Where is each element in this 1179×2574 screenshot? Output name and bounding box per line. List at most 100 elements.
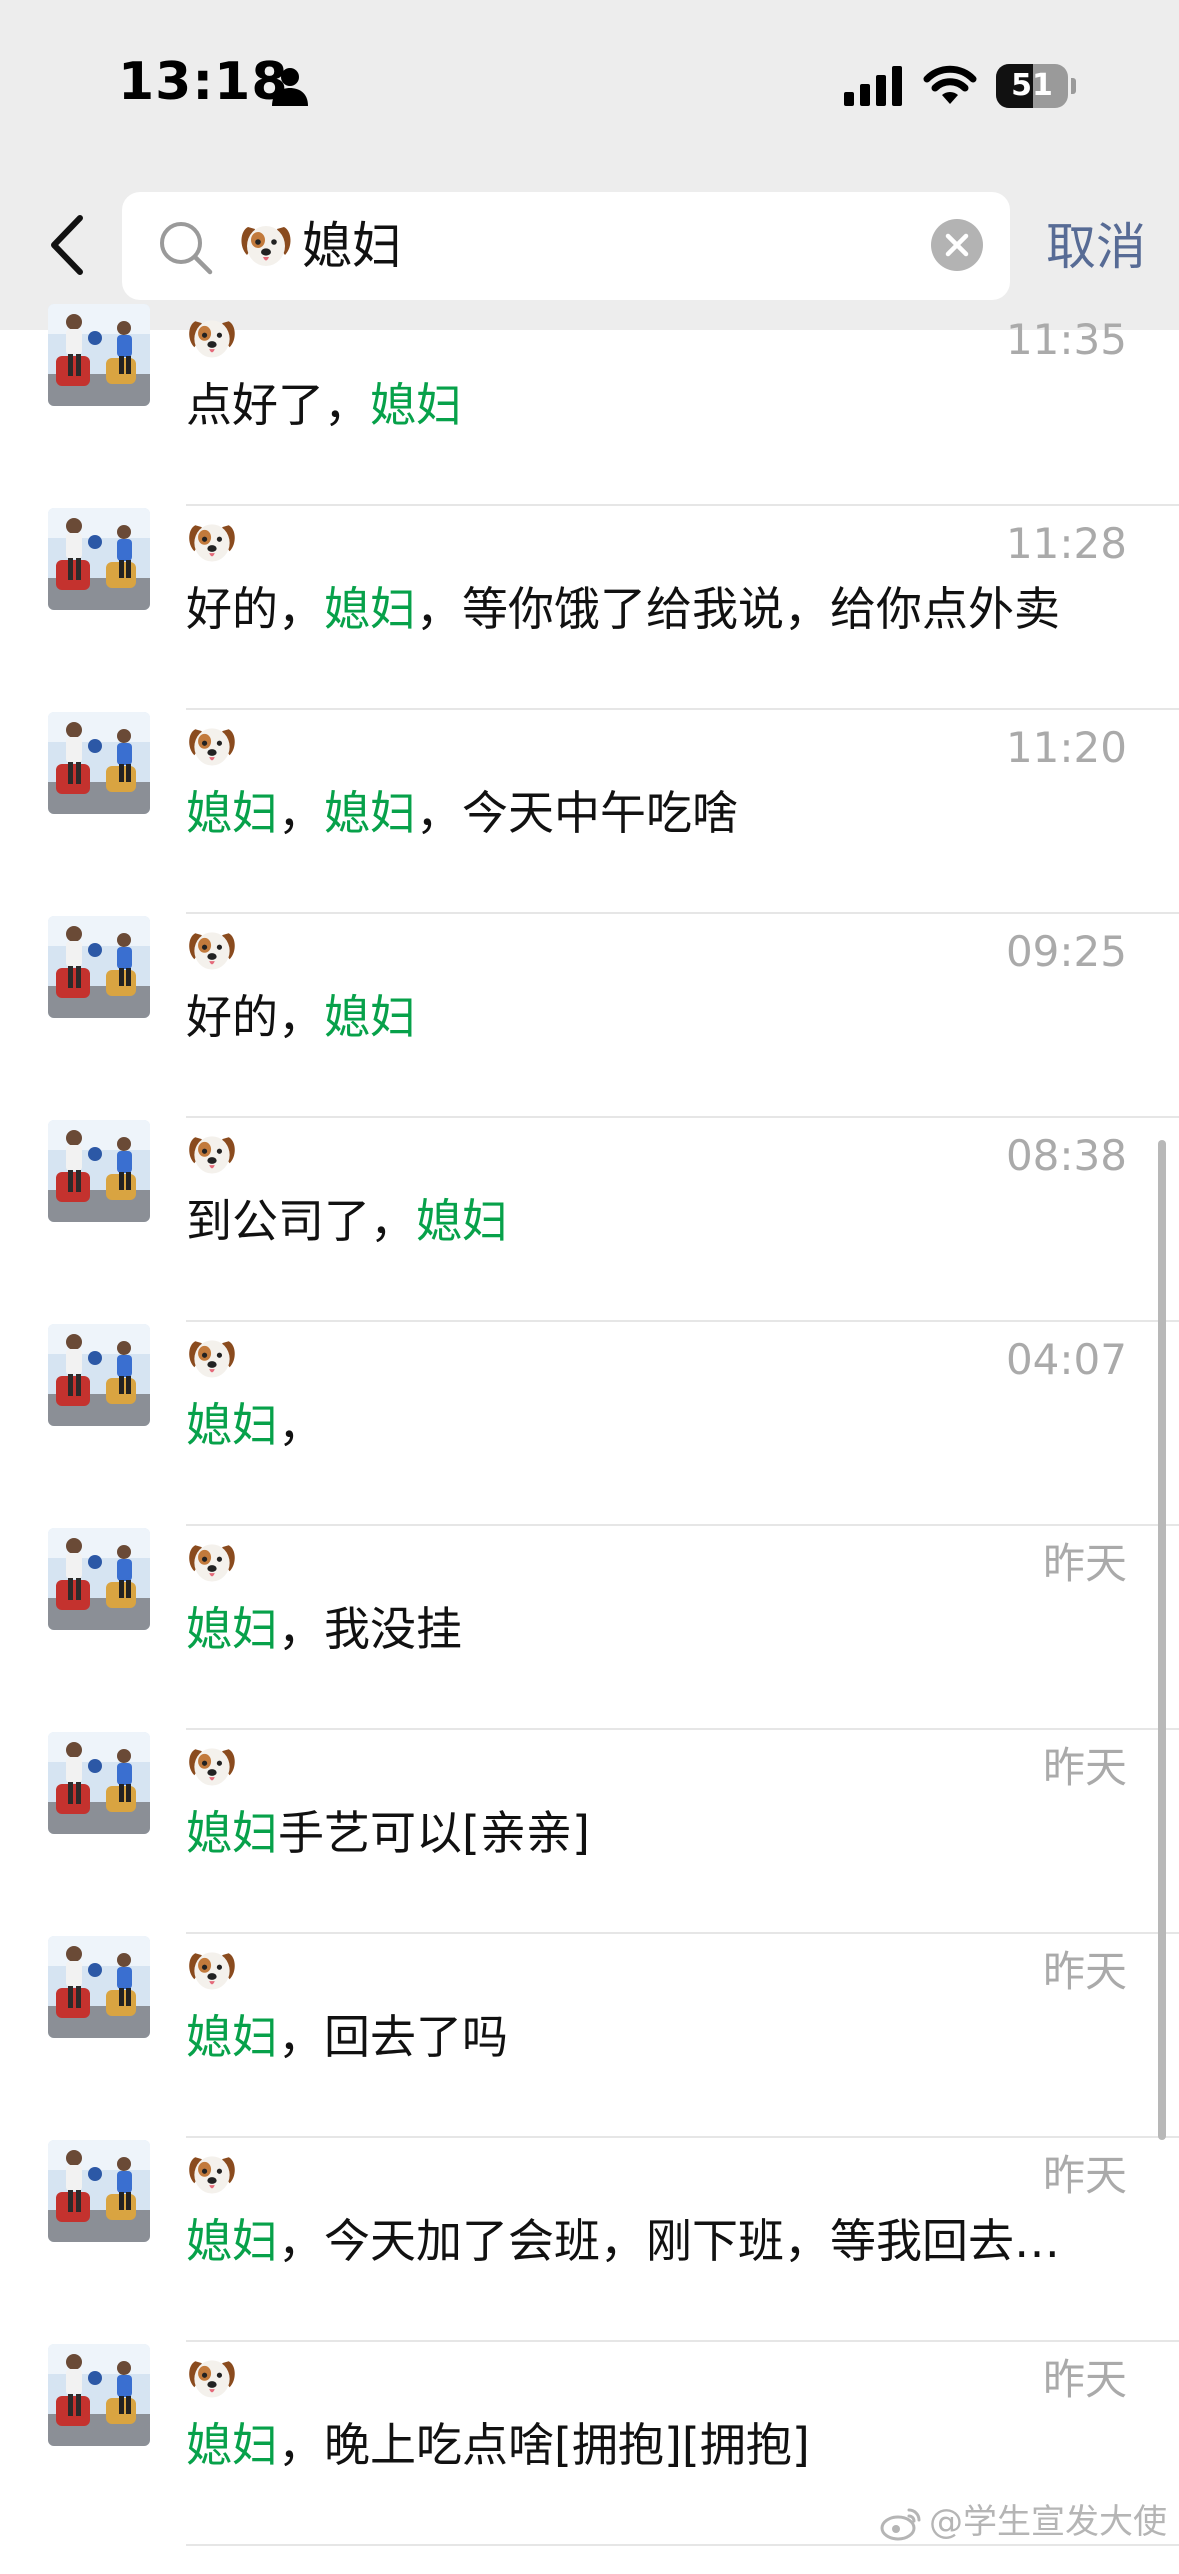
message-text: ，我没挂: [278, 1602, 462, 1656]
dog-face-emoji-icon: [189, 524, 235, 562]
message-text: ，等你饿了给我说，给你点外卖: [416, 582, 1060, 636]
search-result-item[interactable]: 11:35 点好了，媳妇: [0, 304, 1179, 534]
clear-input-icon[interactable]: [930, 218, 984, 272]
message-text: 到公司了，: [186, 1194, 416, 1248]
avatar[interactable]: [48, 1528, 150, 1630]
avatar-photo: [48, 712, 150, 814]
message-text: 好的，: [186, 990, 324, 1044]
search-result-item[interactable]: 08:38 到公司了，媳妇: [0, 1120, 1179, 1350]
message-snippet: 媳妇，晚上吃点啥[拥抱][拥抱]: [186, 2414, 1086, 2476]
battery-body: 51: [996, 64, 1068, 108]
message-text: ，晚上吃点啥[拥抱][拥抱]: [278, 2418, 810, 2472]
message-time: 昨天: [1042, 2355, 1127, 2404]
dog-face-emoji-icon: [189, 320, 235, 358]
sender-name-emoji: [186, 1740, 238, 1792]
avatar[interactable]: [48, 712, 150, 814]
avatar[interactable]: [48, 2344, 150, 2446]
search-result-content: 11:20 媳妇，媳妇，今天中午吃啥: [0, 710, 1179, 914]
message-text: ，: [278, 786, 324, 840]
search-result-item[interactable]: 昨天媳妇手艺可以[亲亲]: [0, 1732, 1179, 1962]
sender-name-emoji: [186, 2352, 238, 2404]
search-query[interactable]: 媳妇: [238, 214, 402, 278]
weibo-logo-icon: [880, 2508, 921, 2540]
message-time: 11:20: [1005, 723, 1127, 772]
message-snippet: 到公司了，媳妇: [186, 1190, 1086, 1252]
search-result-item[interactable]: 昨天 媳妇，今天加了会班，刚下班，等我回去…: [0, 2140, 1179, 2370]
message-snippet: 好的，媳妇: [186, 986, 1086, 1048]
avatar[interactable]: [48, 2140, 150, 2242]
avatar[interactable]: [48, 1732, 150, 1834]
search-query-text: 媳妇: [302, 217, 402, 275]
avatar[interactable]: [48, 1324, 150, 1426]
avatar-photo: [48, 1324, 150, 1426]
back-chevron-icon[interactable]: [42, 210, 94, 280]
search-result-item[interactable]: 04:07 媳妇，: [0, 1324, 1179, 1554]
message-text: 好的，: [186, 582, 324, 636]
message-snippet: 媳妇，: [186, 1394, 1086, 1456]
search-result-content: 09:25 好的，媳妇: [0, 914, 1179, 1118]
avatar[interactable]: [48, 1120, 150, 1222]
search-result-content: 04:07 媳妇，: [0, 1322, 1179, 1526]
message-time: 11:28: [1005, 519, 1127, 568]
search-input[interactable]: 媳妇: [122, 192, 1010, 300]
search-result-item[interactable]: 11:28 好的，媳妇，等你饿了给我说，给你点外卖: [0, 508, 1179, 738]
keyword-highlight: 媳妇: [186, 2010, 278, 2064]
avatar-photo: [48, 2344, 150, 2446]
search-result-item[interactable]: 昨天 媳妇，我没挂: [0, 1528, 1179, 1758]
search-result-content: 11:35 点好了，媳妇: [0, 302, 1179, 506]
scroll-indicator[interactable]: [1158, 1140, 1166, 2140]
avatar[interactable]: [48, 1936, 150, 2038]
sender-name-emoji: [186, 720, 238, 772]
avatar-photo: [48, 1120, 150, 1222]
dog-face-emoji-icon: [189, 1544, 235, 1582]
search-result-content: 昨天 媳妇，今天加了会班，刚下班，等我回去…: [0, 2138, 1179, 2342]
battery-percent: 51: [1011, 68, 1053, 103]
message-time: 11:35: [1005, 315, 1127, 364]
message-snippet: 点好了，媳妇: [186, 374, 1086, 436]
dog-face-emoji-icon: [189, 1748, 235, 1786]
keyword-highlight: 媳妇: [370, 378, 462, 432]
dog-face-emoji-icon: [189, 2360, 235, 2398]
message-time: 昨天: [1042, 1743, 1127, 1792]
avatar[interactable]: [48, 916, 150, 1018]
message-snippet: 媳妇手艺可以[亲亲]: [186, 1802, 1086, 1864]
search-results-list[interactable]: 11:35 点好了，媳妇 11:28 好的，媳妇，等你饿了给我说，给你点外卖 11:20…: [0, 304, 1179, 2574]
message-text: ，今天加了会班，刚下班，等我回去…: [278, 2214, 1060, 2268]
avatar[interactable]: [48, 508, 150, 610]
message-time: 昨天: [1042, 1947, 1127, 1996]
message-snippet: 好的，媳妇，等你饿了给我说，给你点外卖: [186, 578, 1086, 640]
battery-cap: [1071, 78, 1076, 94]
message-text: 点好了，: [186, 378, 370, 432]
watermark-text: @学生宣发大使: [929, 2502, 1167, 2542]
dog-face-emoji-icon: [241, 226, 291, 266]
message-snippet: 媳妇，回去了吗: [186, 2006, 1086, 2068]
search-icon: [160, 222, 213, 275]
keyword-highlight: 媳妇: [186, 1806, 278, 1860]
person-icon: [272, 68, 308, 106]
sender-name-emoji: [186, 924, 238, 976]
message-snippet: 媳妇，今天加了会班，刚下班，等我回去…: [186, 2210, 1086, 2272]
search-result-item[interactable]: 11:20 媳妇，媳妇，今天中午吃啥: [0, 712, 1179, 942]
message-text: ，: [278, 1398, 324, 1452]
sender-name-emoji: [186, 1536, 238, 1588]
sender-name-emoji: [186, 1332, 238, 1384]
sender-name-emoji: [186, 2148, 238, 2200]
wifi-icon: [923, 65, 977, 104]
avatar[interactable]: [48, 304, 150, 406]
avatar-photo: [48, 304, 150, 406]
sender-name-emoji: [186, 312, 238, 364]
avatar-photo: [48, 1732, 150, 1834]
search-result-item[interactable]: 09:25 好的，媳妇: [0, 916, 1179, 1146]
message-snippet: 媳妇，媳妇，今天中午吃啥: [186, 782, 1086, 844]
message-time: 04:07: [1005, 1335, 1127, 1384]
status-time: 13:18: [118, 52, 289, 112]
search-result-content: 昨天 媳妇，我没挂: [0, 1526, 1179, 1730]
keyword-highlight: 媳妇: [324, 990, 416, 1044]
search-result-content: 11:28 好的，媳妇，等你饿了给我说，给你点外卖: [0, 506, 1179, 710]
battery-indicator: 51: [996, 64, 1076, 108]
message-time: 昨天: [1042, 1539, 1127, 1588]
cancel-button[interactable]: 取消: [1046, 215, 1146, 279]
keyword-highlight: 媳妇: [186, 2418, 278, 2472]
message-time: 09:25: [1005, 927, 1127, 976]
search-result-item[interactable]: 昨天媳妇，回去了吗: [0, 1936, 1179, 2166]
